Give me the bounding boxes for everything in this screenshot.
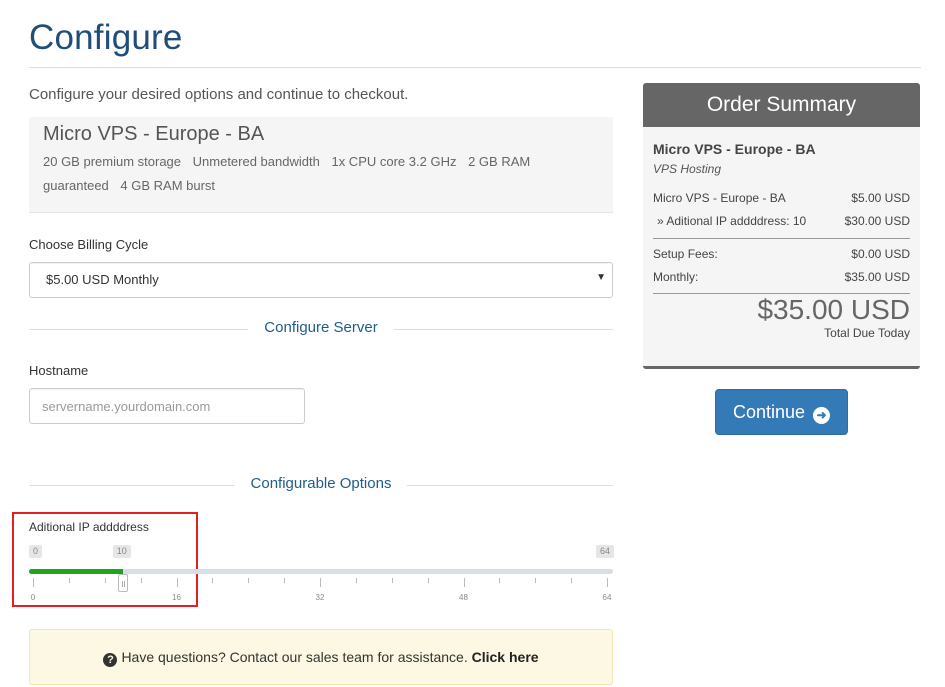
product-features: 20 GB premium storage Unmetered bandwidt…	[43, 150, 563, 198]
arrow-circle-right-icon: ➜	[813, 407, 831, 424]
feature-item: 4 GB RAM burst	[120, 178, 216, 193]
total-due-label: Total Due Today	[824, 326, 910, 340]
slider-tick-label: 32	[315, 593, 325, 602]
slider-tick	[571, 578, 573, 583]
summary-line: Micro VPS - Europe - BA $5.00 USD	[653, 191, 910, 205]
summary-line: » Aditional IP addddress: 10 $30.00 USD	[653, 214, 910, 228]
help-callout: ? Have questions? Contact our sales team …	[29, 629, 613, 685]
summary-fee-row: Monthly: $35.00 USD	[653, 270, 910, 284]
slider-tick	[535, 578, 537, 583]
slider-tick	[463, 578, 465, 587]
slider-handle[interactable]	[117, 574, 128, 592]
slider-tick-label: 48	[459, 593, 468, 602]
slider-tick	[248, 578, 250, 583]
contact-sales-link[interactable]: Click here	[472, 649, 539, 665]
summary-line-value: $5.00 USD	[851, 191, 910, 205]
intro-text: Configure your desired options and conti…	[29, 86, 409, 103]
order-summary-title: Order Summary	[643, 83, 920, 127]
billing-cycle-label: Choose Billing Cycle	[29, 237, 149, 252]
slider-max-label: 64	[596, 545, 615, 558]
slider-min-label: 0	[29, 545, 43, 558]
hostname-input[interactable]	[29, 388, 305, 424]
continue-label: Continue	[732, 402, 806, 422]
section-title: Configure Server	[248, 319, 394, 336]
section-title: Configurable Options	[234, 475, 408, 492]
total-amount: $35.00 USD	[757, 294, 910, 325]
summary-divider	[653, 238, 910, 239]
summary-fee-value: $0.00 USD	[851, 247, 910, 261]
configure-server-heading: Configure Server	[29, 319, 613, 339]
dropdown-caret-icon: ▼	[596, 272, 606, 283]
configurable-options-heading: Configurable Options	[29, 475, 613, 495]
additional-ip-label: Aditional IP addddress	[29, 520, 149, 534]
product-info-panel: Micro VPS - Europe - BA 20 GB premium st…	[29, 117, 613, 213]
summary-line-label: Micro VPS - Europe - BA	[653, 191, 786, 205]
billing-cycle-value: $5.00 USD Monthly	[46, 272, 159, 287]
summary-product-group: VPS Hosting	[653, 162, 722, 176]
slider-tick	[104, 578, 106, 583]
page-title: Configure	[29, 18, 183, 57]
summary-line-label: » Aditional IP addddress: 10	[657, 214, 807, 228]
slider-tick-label: 0	[30, 593, 36, 602]
summary-fee-label: Setup Fees:	[653, 247, 718, 261]
slider-tick-label: 64	[602, 593, 612, 602]
slider-fill	[29, 569, 123, 574]
feature-item: 1x CPU core 3.2 GHz	[331, 154, 457, 169]
summary-product-name: Micro VPS - Europe - BA	[653, 141, 816, 157]
slider-tick	[212, 578, 214, 583]
feature-item: 20 GB premium storage	[43, 154, 182, 169]
summary-line-value: $30.00 USD	[844, 214, 910, 228]
slider-tick	[391, 578, 393, 583]
slider-tick	[33, 578, 34, 587]
title-divider	[29, 67, 921, 68]
product-name: Micro VPS - Europe - BA	[43, 123, 265, 145]
summary-fee-row: Setup Fees: $0.00 USD	[653, 247, 910, 261]
slider-tick	[176, 578, 178, 587]
order-summary-panel: Order Summary Micro VPS - Europe - BA VP…	[643, 83, 920, 369]
help-text: Have questions? Contact our sales team f…	[121, 649, 468, 665]
continue-button[interactable]: Continue ➜	[715, 389, 848, 435]
slider-tick	[140, 578, 142, 583]
question-circle-icon: ?	[103, 653, 118, 667]
slider-tick	[355, 578, 357, 583]
slider-tick	[499, 578, 501, 583]
additional-ip-slider[interactable]	[29, 569, 613, 574]
feature-item: Unmetered bandwidth	[192, 154, 320, 169]
slider-tick	[607, 578, 608, 587]
summary-fee-label: Monthly:	[653, 270, 699, 284]
slider-tick-label: 16	[172, 593, 181, 602]
slider-tick	[427, 578, 429, 583]
slider-value-label: 10	[112, 545, 131, 558]
slider-tick	[320, 578, 321, 587]
slider-tick	[68, 578, 70, 583]
hostname-label: Hostname	[29, 363, 89, 378]
summary-fee-value: $35.00 USD	[844, 270, 910, 284]
billing-cycle-select[interactable]: $5.00 USD Monthly ▼	[29, 262, 613, 298]
slider-tick	[284, 578, 286, 583]
